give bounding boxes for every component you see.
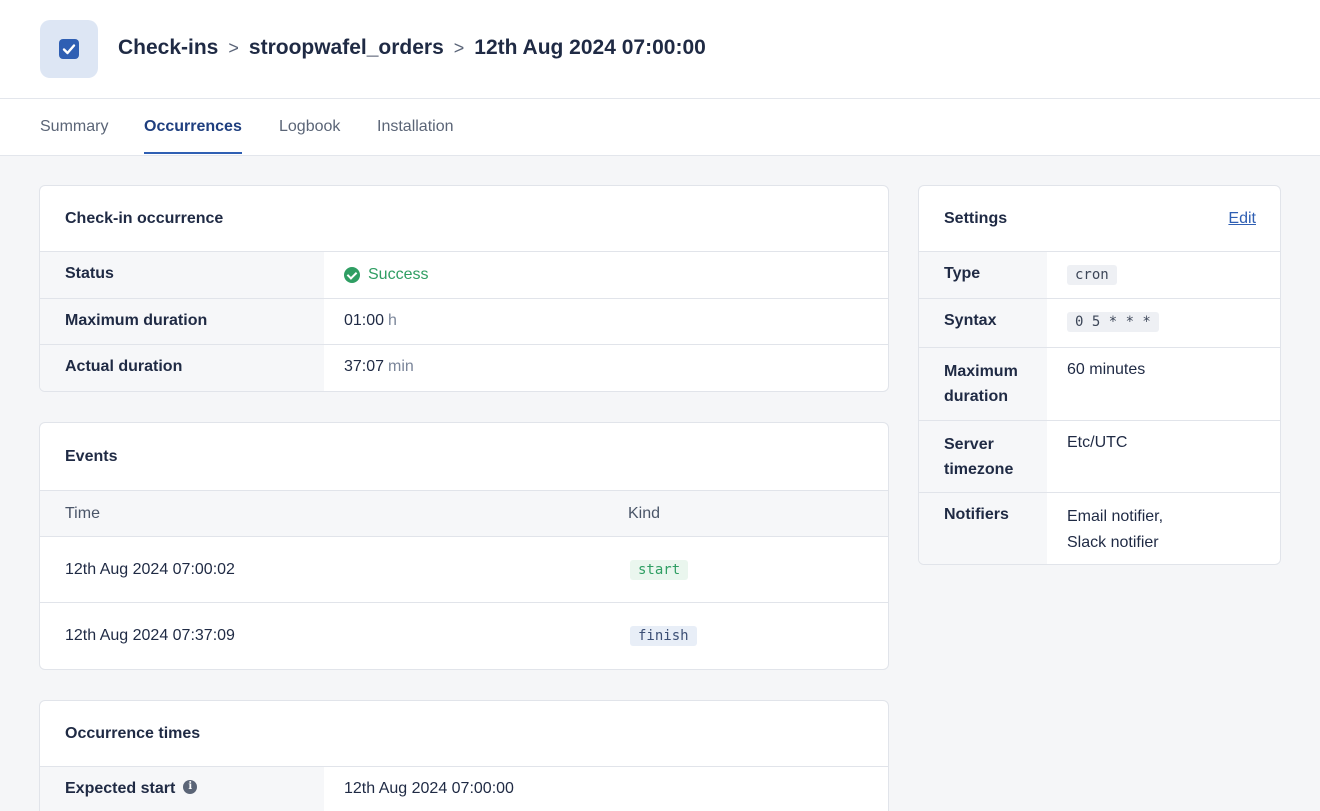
tab-occurrences[interactable]: Occurrences	[144, 118, 242, 154]
breadcrumb-item-checkins[interactable]: Check-ins	[118, 36, 218, 60]
column-header-time: Time	[65, 504, 100, 522]
tab-installation[interactable]: Installation	[377, 118, 454, 152]
status-value: Success	[368, 266, 429, 283]
check-circle-icon	[344, 267, 360, 283]
setting-max-duration-value: 60 minutes	[1067, 361, 1146, 378]
occurrence-times-card: Occurrence times Expected start i 12th A…	[39, 700, 889, 811]
setting-max-duration-label: Maximum duration	[919, 348, 1047, 420]
breadcrumb-item-checkin[interactable]: stroopwafel_orders	[249, 36, 444, 60]
setting-type-row: Type cron	[919, 252, 1280, 299]
events-card: Events Time Kind 12th Aug 2024 07:00:02 …	[39, 422, 889, 670]
setting-type-value-cell: cron	[1047, 252, 1137, 298]
setting-type-label: Type	[919, 252, 1047, 298]
event-kind-badge: finish	[630, 626, 697, 646]
expected-start-label: Expected start	[65, 780, 176, 797]
occurrence-times-title: Occurrence times	[40, 701, 888, 767]
checkbox-icon	[40, 20, 98, 78]
setting-notifiers-label: Notifiers	[919, 493, 1047, 564]
breadcrumb-item-occurrence: 12th Aug 2024 07:00:00	[474, 36, 706, 59]
actual-duration-label: Actual duration	[40, 345, 324, 391]
actual-duration-value: 37:07 min	[324, 345, 434, 391]
setting-notifiers-value: Email notifier, Slack notifier	[1067, 508, 1164, 551]
expected-start-row: Expected start i 12th Aug 2024 07:00:00	[40, 767, 888, 811]
expected-start-value: 12th Aug 2024 07:00:00	[344, 780, 514, 797]
info-icon[interactable]: i	[183, 780, 198, 794]
actual-duration-unit: min	[388, 358, 414, 375]
setting-timezone-label: Server timezone	[919, 421, 1047, 492]
setting-timezone-value: Etc/UTC	[1067, 434, 1128, 451]
occurrence-card-title: Check-in occurrence	[40, 186, 888, 252]
event-kind-cell: finish	[602, 626, 697, 646]
settings-card: Settings Edit Type cron Syntax 0 5 * * *…	[918, 185, 1281, 565]
event-kind-badge: start	[630, 559, 689, 580]
max-duration-unit: h	[388, 312, 397, 329]
event-time: 12th Aug 2024 07:37:09	[65, 627, 235, 644]
max-duration-value: 01:00 h	[324, 299, 417, 344]
setting-type-value: cron	[1067, 265, 1117, 285]
setting-syntax-value: 0 5 * * *	[1067, 312, 1159, 332]
setting-syntax-label: Syntax	[919, 299, 1047, 347]
header-bar: Check-ins > stroopwafel_orders > 12th Au…	[0, 0, 1320, 99]
status-row: Status Success	[40, 252, 888, 299]
chevron-right-icon: >	[453, 37, 465, 58]
setting-syntax-value-cell: 0 5 * * *	[1047, 299, 1179, 347]
max-duration-row: Maximum duration 01:00 h	[40, 299, 888, 345]
edit-settings-link[interactable]: Edit	[1228, 210, 1256, 228]
status-badge: Success	[324, 252, 448, 298]
events-card-title: Events	[40, 423, 888, 491]
expected-start-label-cell: Expected start i	[40, 767, 324, 811]
tab-bar: Summary Occurrences Logbook Installation	[0, 99, 1320, 156]
settings-title: Settings	[944, 209, 1008, 227]
chevron-right-icon: >	[228, 37, 239, 58]
status-label: Status	[40, 252, 324, 298]
setting-timezone-row: Server timezone Etc/UTC	[919, 421, 1280, 493]
event-kind-cell: start	[602, 559, 689, 580]
setting-max-duration-row: Maximum duration 60 minutes	[919, 348, 1280, 421]
settings-card-header: Settings Edit	[919, 186, 1280, 252]
max-duration-label: Maximum duration	[40, 299, 324, 344]
breadcrumb: Check-ins > stroopwafel_orders > 12th Au…	[118, 34, 706, 62]
setting-syntax-row: Syntax 0 5 * * *	[919, 299, 1280, 348]
actual-duration-row: Actual duration 37:07 min	[40, 345, 888, 391]
events-table-header: Time Kind	[40, 491, 888, 537]
setting-notifiers-row: Notifiers Email notifier, Slack notifier	[919, 493, 1280, 564]
max-duration-number: 01:00	[344, 312, 385, 329]
actual-duration-number: 37:07	[344, 358, 385, 375]
tab-summary[interactable]: Summary	[40, 118, 108, 152]
column-header-kind: Kind	[628, 504, 661, 522]
table-row: 12th Aug 2024 07:37:09 finish	[40, 603, 888, 669]
occurrence-card: Check-in occurrence Status Success Maxim…	[39, 185, 889, 392]
table-row: 12th Aug 2024 07:00:02 start	[40, 537, 888, 603]
event-time: 12th Aug 2024 07:00:02	[65, 560, 235, 578]
tab-logbook[interactable]: Logbook	[279, 118, 340, 152]
